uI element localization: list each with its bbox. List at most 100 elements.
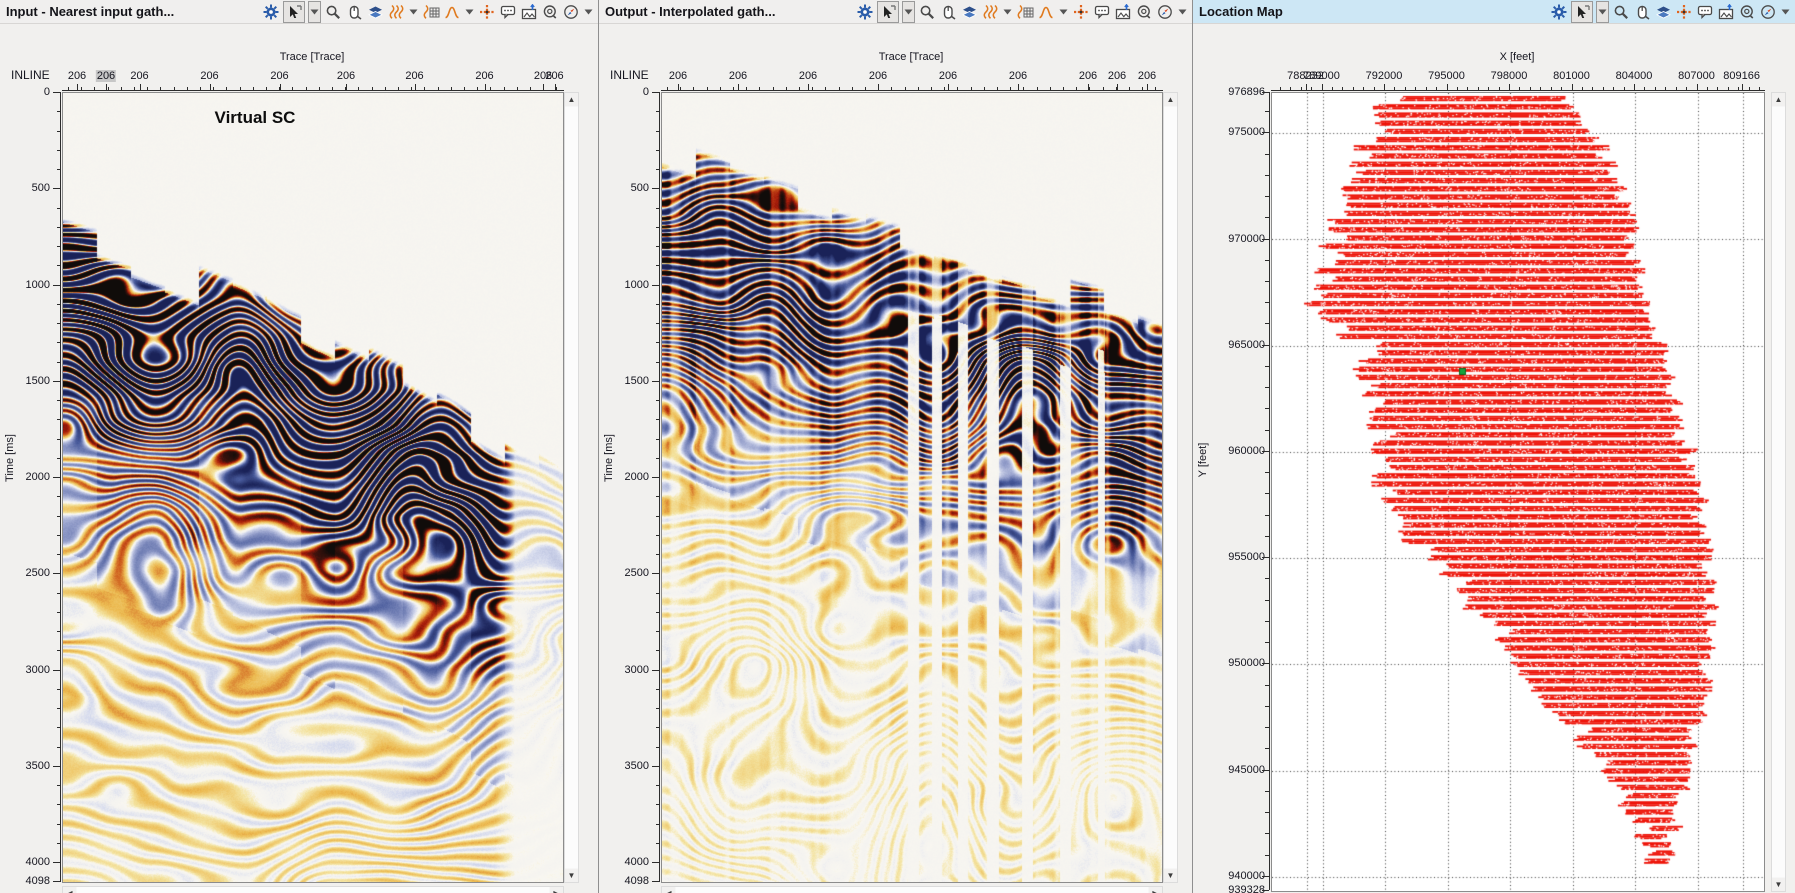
actual-size-icon[interactable] (1135, 3, 1153, 21)
x-minor-tick (160, 87, 161, 90)
panel-output-header[interactable]: Output - Interpolated gath... (599, 0, 1192, 24)
y-minor-tick (57, 496, 61, 497)
comment-icon[interactable] (1696, 3, 1714, 21)
compass-dropdown-icon[interactable] (1177, 3, 1188, 21)
scroll-up-button[interactable]: ▲ (565, 93, 578, 106)
select-mode-icon[interactable] (877, 1, 899, 23)
select-dropdown-icon[interactable] (902, 1, 915, 23)
wiggle-dropdown-icon[interactable] (408, 3, 419, 21)
crosshair-icon[interactable] (478, 3, 496, 21)
y-minor-tick (656, 496, 660, 497)
x-axis-line (1271, 90, 1765, 91)
scroll-down-button[interactable]: ▼ (1772, 878, 1785, 891)
x-minor-tick (1363, 87, 1364, 90)
export-image-icon[interactable] (1114, 3, 1132, 21)
horizontal-scrollbar[interactable]: ◀▶ (661, 886, 1163, 893)
histogram-dropdown-icon[interactable] (464, 3, 475, 21)
y-minor-tick (656, 342, 660, 343)
gear-icon[interactable] (262, 3, 280, 21)
x-tick-mark (1742, 84, 1743, 90)
compass-dropdown-icon[interactable] (1780, 3, 1791, 21)
wiggle-display-icon[interactable] (387, 3, 405, 21)
histogram-icon[interactable] (1037, 3, 1055, 21)
seismic-plot-input[interactable] (62, 92, 564, 883)
scroll-down-button[interactable]: ▼ (565, 869, 578, 882)
scroll-right-button[interactable]: ▶ (1149, 887, 1162, 893)
scroll-up-button[interactable]: ▲ (1164, 93, 1177, 106)
export-image-icon[interactable] (1717, 3, 1735, 21)
select-dropdown-icon[interactable] (1596, 1, 1609, 23)
select-mode-icon[interactable] (1571, 1, 1593, 23)
wiggle-display-icon[interactable] (981, 3, 999, 21)
scrollbar-thumb[interactable] (565, 107, 578, 868)
gear-icon[interactable] (856, 3, 874, 21)
select-dropdown-icon[interactable] (308, 1, 321, 23)
actual-size-icon[interactable] (1738, 3, 1756, 21)
select-mode-icon[interactable] (283, 1, 305, 23)
x-minor-tick (1089, 87, 1090, 90)
scrollbar-thumb[interactable] (77, 887, 549, 893)
zoom-icon[interactable] (324, 3, 342, 21)
x-minor-tick (759, 87, 760, 90)
y-tick-mark (1262, 770, 1269, 771)
x-minor-tick (1676, 87, 1677, 90)
scrollbar-thumb[interactable] (1772, 107, 1785, 877)
x-minor-tick (693, 87, 694, 90)
x-minor-tick (358, 87, 359, 90)
x-minor-tick (1076, 87, 1077, 90)
x-minor-tick (1394, 87, 1395, 90)
histogram-icon[interactable] (443, 3, 461, 21)
layers-icon[interactable] (366, 3, 384, 21)
scroll-up-button[interactable]: ▲ (1772, 93, 1785, 106)
x-minor-tick (891, 87, 892, 90)
comment-icon[interactable] (499, 3, 517, 21)
x-minor-tick (200, 87, 201, 90)
scrollbar-thumb[interactable] (676, 887, 1148, 893)
wiggle-dropdown-icon[interactable] (1002, 3, 1013, 21)
x-tick-mark (948, 84, 949, 90)
y-tick-label: 4098 (0, 875, 50, 887)
panel-map-header[interactable]: Location Map (1193, 0, 1795, 24)
layers-icon[interactable] (960, 3, 978, 21)
horizontal-scrollbar[interactable]: ◀▶ (62, 886, 564, 893)
y-tick-label: 970000 (1193, 233, 1265, 245)
scrollbar-thumb[interactable] (1164, 107, 1177, 868)
scroll-left-button[interactable]: ◀ (63, 887, 76, 893)
wiggle-grid-icon[interactable] (422, 3, 440, 21)
vertical-scrollbar[interactable]: ▲▼ (1163, 92, 1178, 883)
mouse-probe-icon[interactable] (939, 3, 957, 21)
x-tick-mark (738, 84, 739, 90)
location-map-plot[interactable] (1271, 92, 1765, 892)
export-image-icon[interactable] (520, 3, 538, 21)
comment-icon[interactable] (1093, 3, 1111, 21)
compass-dropdown-icon[interactable] (583, 3, 594, 21)
x-tick-label: 206 (545, 70, 563, 82)
y-tick-mark (652, 881, 660, 882)
scroll-right-button[interactable]: ▶ (550, 887, 563, 893)
zoom-icon[interactable] (1612, 3, 1630, 21)
vertical-scrollbar[interactable]: ▲▼ (1771, 92, 1786, 892)
x-minor-tick (279, 87, 280, 90)
x-minor-tick (733, 87, 734, 90)
wiggle-grid-icon[interactable] (1016, 3, 1034, 21)
y-tick-mark (652, 670, 660, 671)
actual-size-icon[interactable] (541, 3, 559, 21)
compass-icon[interactable] (562, 3, 580, 21)
crosshair-icon[interactable] (1675, 3, 1693, 21)
y-minor-tick (656, 631, 660, 632)
zoom-icon[interactable] (918, 3, 936, 21)
vertical-scrollbar[interactable]: ▲▼ (564, 92, 579, 883)
layers-icon[interactable] (1654, 3, 1672, 21)
seismic-plot-output[interactable] (661, 92, 1163, 883)
panel-input-header[interactable]: Input - Nearest input gath... (0, 0, 598, 24)
scroll-left-button[interactable]: ◀ (662, 887, 675, 893)
scroll-down-button[interactable]: ▼ (1164, 869, 1177, 882)
mouse-probe-icon[interactable] (1633, 3, 1651, 21)
mouse-probe-icon[interactable] (345, 3, 363, 21)
crosshair-icon[interactable] (1072, 3, 1090, 21)
y-minor-tick (57, 554, 61, 555)
compass-icon[interactable] (1156, 3, 1174, 21)
histogram-dropdown-icon[interactable] (1058, 3, 1069, 21)
gear-icon[interactable] (1550, 3, 1568, 21)
compass-icon[interactable] (1759, 3, 1777, 21)
